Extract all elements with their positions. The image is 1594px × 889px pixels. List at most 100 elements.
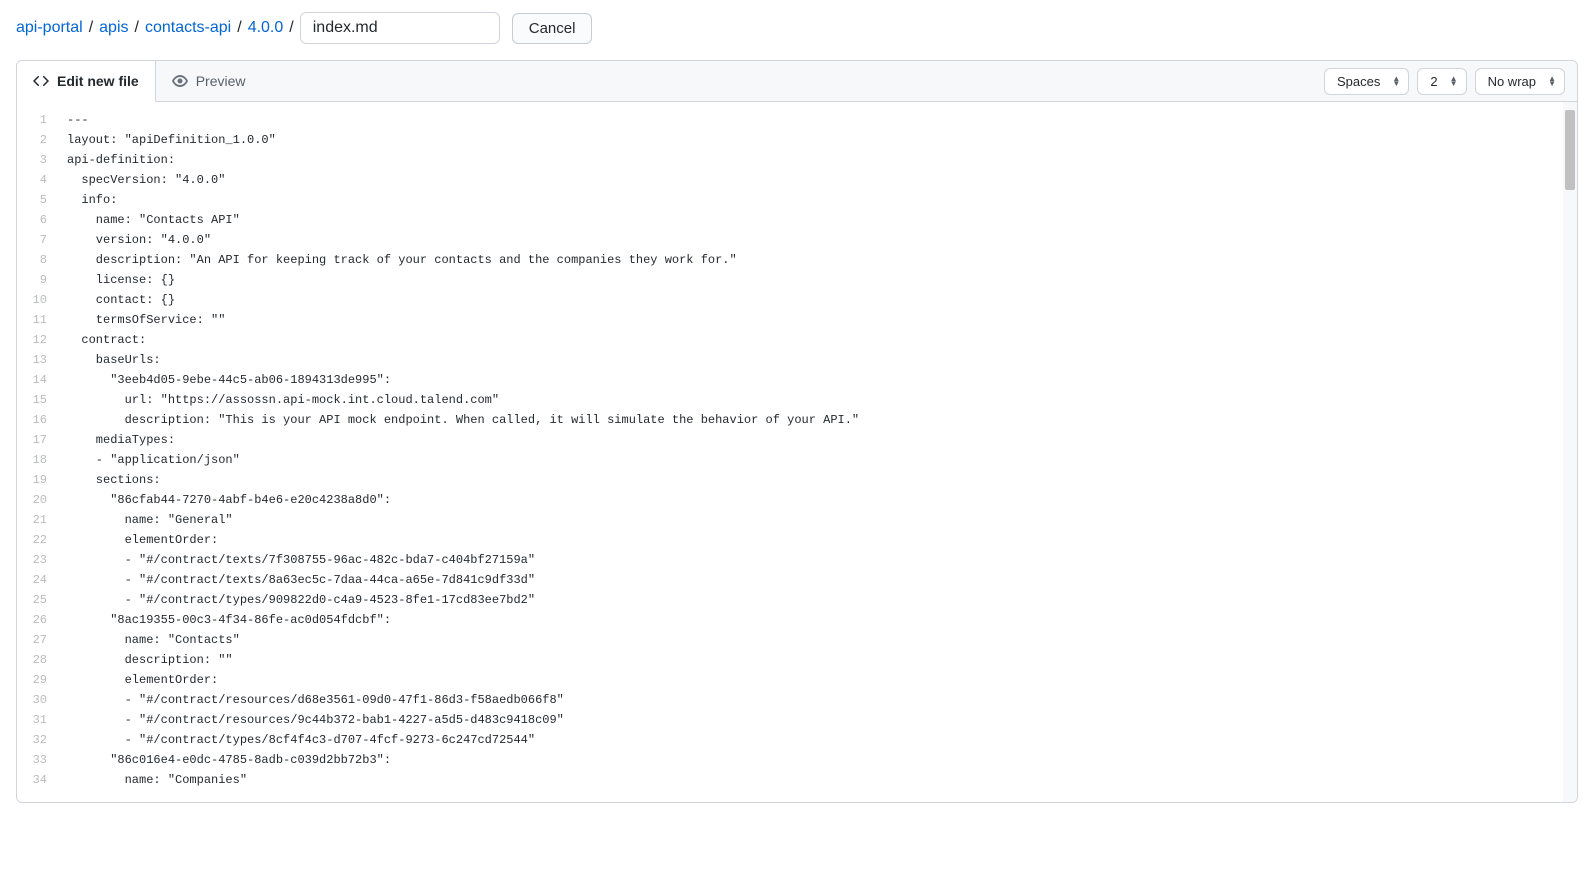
code-line[interactable]: specVersion: "4.0.0" xyxy=(67,170,1577,190)
code-line[interactable]: contract: xyxy=(67,330,1577,350)
line-number: 19 xyxy=(17,470,57,490)
code-line[interactable]: api-definition: xyxy=(67,150,1577,170)
line-number: 15 xyxy=(17,390,57,410)
line-number: 1 xyxy=(17,110,57,130)
line-number: 24 xyxy=(17,570,57,590)
code-line[interactable]: mediaTypes: xyxy=(67,430,1577,450)
line-number: 9 xyxy=(17,270,57,290)
breadcrumb: api-portal / apis / contacts-api / 4.0.0… xyxy=(0,0,1594,60)
code-line[interactable]: info: xyxy=(67,190,1577,210)
line-number: 28 xyxy=(17,650,57,670)
editor-header: Edit new file Preview Spaces ▲▼ 2 ▲▼ No … xyxy=(17,61,1577,102)
breadcrumb-sep: / xyxy=(135,19,139,37)
editor-controls: Spaces ▲▼ 2 ▲▼ No wrap ▲▼ xyxy=(1324,68,1577,95)
code-line[interactable]: elementOrder: xyxy=(67,530,1577,550)
tab-edit-file[interactable]: Edit new file xyxy=(17,61,156,102)
line-number: 22 xyxy=(17,530,57,550)
eye-icon xyxy=(172,73,188,89)
breadcrumb-link-version[interactable]: 4.0.0 xyxy=(248,19,284,37)
code-line[interactable]: layout: "apiDefinition_1.0.0" xyxy=(67,130,1577,150)
line-number: 10 xyxy=(17,290,57,310)
code-line[interactable]: - "#/contract/texts/8a63ec5c-7daa-44ca-a… xyxy=(67,570,1577,590)
breadcrumb-link-contacts-api[interactable]: contacts-api xyxy=(145,19,231,37)
code-line[interactable]: "3eeb4d05-9ebe-44c5-ab06-1894313de995": xyxy=(67,370,1577,390)
breadcrumb-sep: / xyxy=(237,19,241,37)
line-number: 14 xyxy=(17,370,57,390)
updown-icon: ▲▼ xyxy=(1450,76,1458,86)
code-line[interactable]: name: "General" xyxy=(67,510,1577,530)
line-number: 8 xyxy=(17,250,57,270)
breadcrumb-sep: / xyxy=(289,19,293,37)
breadcrumb-sep: / xyxy=(89,19,93,37)
line-number: 21 xyxy=(17,510,57,530)
line-number: 7 xyxy=(17,230,57,250)
code-content[interactable]: ---layout: "apiDefinition_1.0.0"api-defi… xyxy=(67,102,1577,802)
scrollbar-thumb[interactable] xyxy=(1565,110,1575,190)
code-line[interactable]: name: "Contacts" xyxy=(67,630,1577,650)
code-line[interactable]: elementOrder: xyxy=(67,670,1577,690)
tab-preview-label: Preview xyxy=(196,73,246,89)
line-number: 4 xyxy=(17,170,57,190)
line-number: 13 xyxy=(17,350,57,370)
line-number: 31 xyxy=(17,710,57,730)
line-number: 29 xyxy=(17,670,57,690)
code-line[interactable]: description: "An API for keeping track o… xyxy=(67,250,1577,270)
cancel-button[interactable]: Cancel xyxy=(512,13,593,44)
code-editor[interactable]: 1234567891011121314151617181920212223242… xyxy=(17,102,1577,802)
tab-edit-label: Edit new file xyxy=(57,73,139,89)
indent-mode-value: Spaces xyxy=(1337,74,1380,89)
line-number: 20 xyxy=(17,490,57,510)
editor-container: Edit new file Preview Spaces ▲▼ 2 ▲▼ No … xyxy=(16,60,1578,803)
indent-size-value: 2 xyxy=(1430,74,1437,89)
code-line[interactable]: "8ac19355-00c3-4f34-86fe-ac0d054fdcbf": xyxy=(67,610,1577,630)
wrap-mode-select[interactable]: No wrap ▲▼ xyxy=(1475,68,1565,95)
code-line[interactable]: license: {} xyxy=(67,270,1577,290)
code-line[interactable]: baseUrls: xyxy=(67,350,1577,370)
code-line[interactable]: name: "Contacts API" xyxy=(67,210,1577,230)
updown-icon: ▲▼ xyxy=(1548,76,1556,86)
line-number: 17 xyxy=(17,430,57,450)
breadcrumb-link-apis[interactable]: apis xyxy=(99,19,128,37)
line-number: 18 xyxy=(17,450,57,470)
line-number: 30 xyxy=(17,690,57,710)
tab-preview[interactable]: Preview xyxy=(156,61,262,101)
indent-size-select[interactable]: 2 ▲▼ xyxy=(1417,68,1466,95)
line-number: 2 xyxy=(17,130,57,150)
indent-mode-select[interactable]: Spaces ▲▼ xyxy=(1324,68,1409,95)
scrollbar-track[interactable] xyxy=(1563,102,1577,802)
code-line[interactable]: --- xyxy=(67,110,1577,130)
breadcrumb-link-root[interactable]: api-portal xyxy=(16,19,83,37)
code-line[interactable]: url: "https://assossn.api-mock.int.cloud… xyxy=(67,390,1577,410)
code-icon xyxy=(33,73,49,89)
line-number: 11 xyxy=(17,310,57,330)
code-line[interactable]: description: "This is your API mock endp… xyxy=(67,410,1577,430)
line-number: 34 xyxy=(17,770,57,790)
code-line[interactable]: - "#/contract/resources/9c44b372-bab1-42… xyxy=(67,710,1577,730)
code-line[interactable]: - "#/contract/resources/d68e3561-09d0-47… xyxy=(67,690,1577,710)
code-line[interactable]: - "#/contract/types/8cf4f4c3-d707-4fcf-9… xyxy=(67,730,1577,750)
code-line[interactable]: - "#/contract/texts/7f308755-96ac-482c-b… xyxy=(67,550,1577,570)
code-line[interactable]: "86cfab44-7270-4abf-b4e6-e20c4238a8d0": xyxy=(67,490,1577,510)
code-line[interactable]: - "#/contract/types/909822d0-c4a9-4523-8… xyxy=(67,590,1577,610)
line-number: 6 xyxy=(17,210,57,230)
line-number: 5 xyxy=(17,190,57,210)
code-line[interactable]: "86c016e4-e0dc-4785-8adb-c039d2bb72b3": xyxy=(67,750,1577,770)
code-line[interactable]: version: "4.0.0" xyxy=(67,230,1577,250)
line-number: 25 xyxy=(17,590,57,610)
line-number: 3 xyxy=(17,150,57,170)
code-line[interactable]: - "application/json" xyxy=(67,450,1577,470)
line-number: 16 xyxy=(17,410,57,430)
code-line[interactable]: termsOfService: "" xyxy=(67,310,1577,330)
code-line[interactable]: name: "Companies" xyxy=(67,770,1577,790)
line-number: 23 xyxy=(17,550,57,570)
line-number: 33 xyxy=(17,750,57,770)
line-number-gutter: 1234567891011121314151617181920212223242… xyxy=(17,102,67,802)
filename-input[interactable] xyxy=(300,12,500,44)
updown-icon: ▲▼ xyxy=(1392,76,1400,86)
line-number: 12 xyxy=(17,330,57,350)
code-line[interactable]: contact: {} xyxy=(67,290,1577,310)
code-line[interactable]: sections: xyxy=(67,470,1577,490)
code-line[interactable]: description: "" xyxy=(67,650,1577,670)
line-number: 26 xyxy=(17,610,57,630)
wrap-mode-value: No wrap xyxy=(1488,74,1536,89)
